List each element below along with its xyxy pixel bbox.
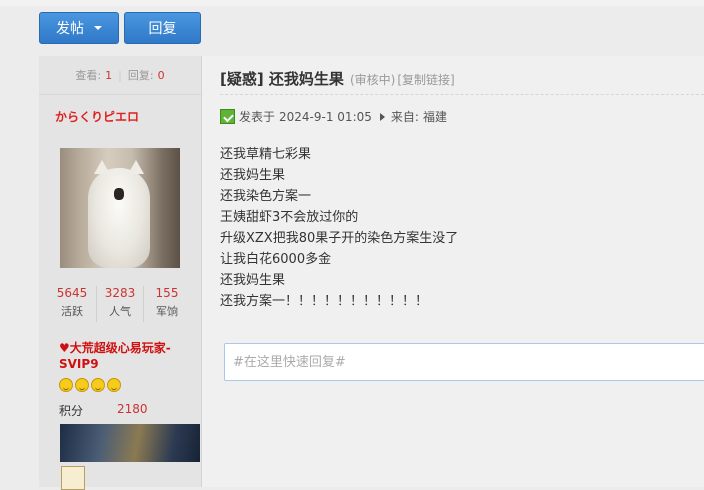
replies-count: 0 <box>157 68 165 82</box>
posted-time: 2024-9-1 01:05 <box>279 109 372 124</box>
from-value: 福建 <box>422 110 447 124</box>
smiley-level-icon <box>75 378 89 392</box>
chevron-down-icon <box>94 26 102 30</box>
post-line: 升级XZX把我80果子开的染色方案生没了 <box>220 231 459 246</box>
copy-link-button[interactable]: [复制链接] <box>397 71 454 88</box>
stat-funds-value: 155 <box>155 286 179 300</box>
vip-title[interactable]: ♥大荒超级心易玩家-SVIP9 <box>59 340 189 372</box>
new-post-button[interactable]: 发帖 <box>39 12 119 44</box>
post-line: 还我草精七彩果 <box>220 147 312 162</box>
level-icons <box>59 378 121 392</box>
post-title: [疑惑] 还我妈生果 <box>220 70 344 88</box>
new-post-label: 发帖 <box>56 21 84 37</box>
stat-funds-label: 军饷 <box>156 305 178 318</box>
score-value: 2180 <box>117 402 148 416</box>
stat-activity[interactable]: 5645 活跃 <box>48 286 96 319</box>
smiley-level-icon <box>59 378 73 392</box>
post-line: 还我方案一！！！！！！！！！！！ <box>220 294 429 309</box>
views-label: 查看: <box>75 69 102 82</box>
post-line: 还我染色方案一 <box>220 189 312 204</box>
signature-banner-image <box>60 424 200 462</box>
thread-stats: 查看: 1 | 回复: 0 <box>39 56 201 95</box>
score-label: 积分 <box>59 404 84 418</box>
smiley-level-icon <box>91 378 105 392</box>
post-line: 让我白花6000多金 <box>220 252 332 267</box>
reply-label: 回复 <box>148 21 177 37</box>
post-main: [疑惑] 还我妈生果 (审核中) [复制链接] 发表于 2024-9-1 01:… <box>202 56 704 487</box>
online-status-icon <box>220 109 235 124</box>
author-sidebar: 查看: 1 | 回复: 0 からくりピエロ 5645 活跃 3283 人气 15… <box>39 56 202 490</box>
avatar[interactable] <box>60 148 180 268</box>
post-line: 王姨甜虾3不会放过你的 <box>220 210 359 225</box>
title-divider <box>220 94 704 95</box>
replies-label: 回复: <box>127 69 154 82</box>
previous-content-edge <box>0 0 704 6</box>
stat-activity-label: 活跃 <box>61 305 83 318</box>
arrow-right-icon <box>379 112 385 121</box>
quick-reply-box[interactable] <box>224 343 704 381</box>
post-content: 还我草精七彩果 还我妈生果 还我染色方案一 王姨甜虾3不会放过你的 升级XZX把… <box>220 144 458 312</box>
post-line: 还我妈生果 <box>220 168 286 183</box>
review-status: (审核中) <box>349 73 396 87</box>
stat-popularity-value: 3283 <box>104 286 136 300</box>
post-title-row: [疑惑] 还我妈生果 (审核中) [复制链接] <box>220 68 455 89</box>
author-username[interactable]: からくりピエロ <box>55 108 139 125</box>
stat-funds[interactable]: 155 军饷 <box>143 286 191 319</box>
avatar-cat-image <box>88 160 150 268</box>
quick-reply-input[interactable] <box>225 344 704 380</box>
smiley-level-icon <box>107 378 121 392</box>
views-count: 1 <box>105 68 113 82</box>
posted-label: 发表于 <box>239 110 276 124</box>
from-label: 来自: <box>390 110 419 124</box>
stat-popularity[interactable]: 3283 人气 <box>96 286 144 319</box>
medal-icon[interactable] <box>61 466 85 490</box>
reply-button[interactable]: 回复 <box>124 12 201 44</box>
stats-divider: | <box>118 68 122 82</box>
stat-popularity-label: 人气 <box>109 305 131 318</box>
post-meta: 发表于 2024-9-1 01:05 来自: 福建 <box>220 108 447 125</box>
stat-activity-value: 5645 <box>56 286 88 300</box>
post-line: 还我妈生果 <box>220 273 286 288</box>
